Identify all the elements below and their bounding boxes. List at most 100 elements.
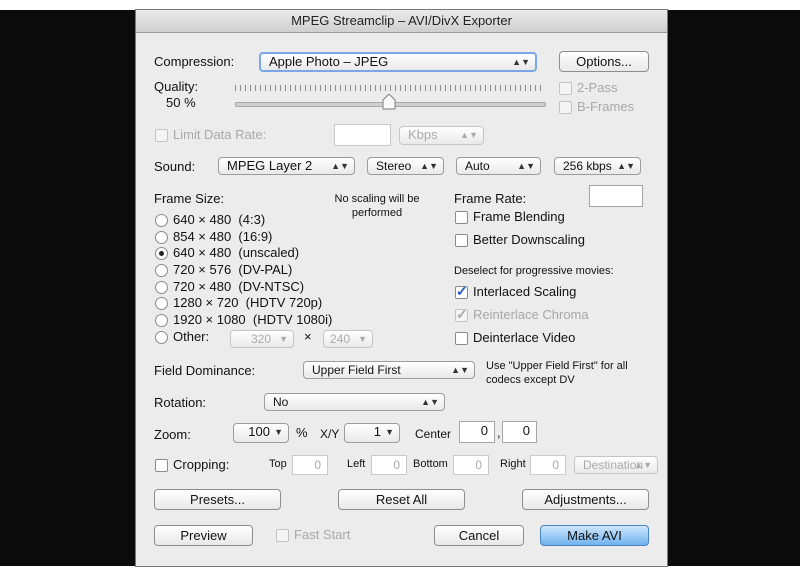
frame-size-option[interactable]: 640 × 480 (unscaled) [173, 245, 299, 260]
sound-rate-popup[interactable]: Auto ▲▼ [456, 157, 541, 175]
limit-data-rate-label: Limit Data Rate: [173, 127, 267, 142]
frame-size-radio[interactable] [155, 314, 168, 327]
reinterlace-chroma-label: Reinterlace Chroma [473, 307, 589, 322]
interlaced-scaling-checkbox[interactable]: ✓ [455, 283, 468, 299]
data-rate-unit: Kbps [408, 127, 438, 142]
crop-right-label: Right [500, 458, 526, 470]
options-button[interactable]: Options... [559, 51, 649, 72]
sound-channels-value: Stereo [376, 159, 412, 173]
two-pass-checkbox[interactable] [559, 82, 572, 95]
frame-size-radio[interactable] [155, 281, 168, 294]
other-height-value: 240 [329, 332, 350, 346]
adjustments-button[interactable]: Adjustments... [522, 489, 649, 510]
frame-size-option[interactable]: 854 × 480 (16:9) [173, 229, 272, 244]
popup-arrows-icon: ▲▼ [634, 460, 652, 470]
field-dominance-label: Field Dominance: [154, 363, 256, 378]
chevron-down-icon: ▼ [385, 427, 394, 437]
left-black-border [0, 10, 136, 566]
presets-button[interactable]: Presets... [154, 489, 281, 510]
popup-arrows-icon: ▲▼ [512, 57, 530, 67]
fast-start-checkbox[interactable] [276, 529, 289, 542]
rotation-label: Rotation: [154, 395, 207, 410]
center-x-field[interactable]: 0 [459, 421, 495, 443]
better-downscaling-label: Better Downscaling [473, 232, 585, 247]
data-rate-field[interactable] [334, 124, 391, 146]
popup-arrows-icon: ▲▼ [420, 161, 438, 171]
other-width-combo[interactable]: 320 ▼ [230, 330, 294, 348]
frame-size-option[interactable]: 1280 × 720 (HDTV 720p) [173, 295, 322, 310]
frame-blending-label: Frame Blending [473, 209, 565, 224]
cropping-checkbox[interactable] [155, 459, 168, 472]
field-dominance-note: Use "Upper Field First" for all codecs e… [486, 360, 628, 386]
deinterlace-video-checkbox[interactable] [455, 332, 468, 345]
interlaced-scaling-label: Interlaced Scaling [473, 284, 577, 299]
crop-bottom-field[interactable]: 0 [453, 455, 489, 475]
xy-label: X/Y [320, 427, 340, 441]
popup-arrows-icon: ▲▼ [517, 161, 535, 171]
popup-arrows-icon: ▲▼ [451, 365, 469, 375]
xy-combo[interactable]: 1 ▼ [344, 423, 400, 443]
b-frames-checkbox[interactable] [559, 101, 572, 114]
frame-size-radio[interactable] [155, 231, 168, 244]
preview-button[interactable]: Preview [154, 525, 253, 546]
chevron-down-icon: ▼ [358, 334, 367, 344]
scaling-note: No scaling will be performed [334, 193, 420, 219]
zoom-label: Zoom: [154, 427, 191, 442]
right-black-border [667, 10, 800, 566]
frame-size-radio[interactable] [155, 297, 168, 310]
zoom-value: 100 [248, 424, 270, 439]
frame-rate-field[interactable] [589, 185, 643, 207]
center-separator: , [497, 425, 501, 440]
zoom-combo[interactable]: 100 ▼ [233, 423, 289, 443]
sound-channels-popup[interactable]: Stereo ▲▼ [367, 157, 444, 175]
frame-blending-checkbox[interactable] [455, 211, 468, 224]
frame-size-option[interactable]: 1920 × 1080 (HDTV 1080i) [173, 312, 332, 327]
xy-value: 1 [373, 424, 381, 439]
frame-size-option[interactable]: 640 × 480 (4:3) [173, 212, 265, 227]
center-y-field[interactable]: 0 [502, 421, 537, 443]
rotation-popup[interactable]: No ▲▼ [264, 393, 445, 411]
frame-size-radio[interactable] [155, 214, 168, 227]
frame-size-other-label[interactable]: Other: [173, 329, 209, 344]
limit-data-rate-checkbox[interactable] [155, 129, 168, 142]
frame-size-option[interactable]: 720 × 576 (DV-PAL) [173, 262, 292, 277]
crop-bottom-label: Bottom [413, 458, 448, 470]
center-label: Center [415, 427, 452, 441]
rotation-value: No [273, 395, 289, 409]
frame-size-radio-other[interactable] [155, 331, 168, 344]
make-avi-button[interactable]: Make AVI [540, 525, 649, 546]
quality-slider-thumb[interactable] [382, 94, 396, 110]
other-width-value: 320 [250, 332, 271, 346]
fast-start-label: Fast Start [294, 527, 351, 542]
crop-top-field[interactable]: 0 [292, 455, 328, 475]
crop-right-field[interactable]: 0 [530, 455, 566, 475]
compression-label: Compression: [154, 54, 235, 69]
checkmark-icon: ✓ [456, 306, 468, 322]
cancel-button[interactable]: Cancel [434, 525, 524, 546]
sound-bitrate-value: 256 kbps [563, 159, 612, 173]
crop-left-label: Left [347, 458, 366, 470]
other-height-combo[interactable]: 240 ▼ [323, 330, 373, 348]
data-rate-unit-popup[interactable]: Kbps ▲▼ [399, 126, 484, 145]
popup-arrows-icon: ▲▼ [617, 161, 635, 171]
crop-top-label: Top [269, 458, 287, 470]
crop-left-field[interactable]: 0 [371, 455, 407, 475]
sound-codec-popup[interactable]: MPEG Layer 2 ▲▼ [218, 157, 355, 175]
frame-size-radio[interactable] [155, 264, 168, 277]
popup-arrows-icon: ▲▼ [331, 161, 349, 171]
reset-all-button[interactable]: Reset All [338, 489, 465, 510]
zoom-unit: % [296, 425, 308, 440]
sound-label: Sound: [154, 159, 196, 174]
destination-popup[interactable]: Destination ▲▼ [574, 456, 658, 474]
field-dominance-popup[interactable]: Upper Field First ▲▼ [303, 361, 475, 379]
radio-dot-icon [159, 251, 164, 256]
better-downscaling-checkbox[interactable] [455, 234, 468, 247]
sound-bitrate-popup[interactable]: 256 kbps ▲▼ [554, 157, 641, 175]
compression-popup[interactable]: Apple Photo – JPEG ▲▼ [259, 52, 537, 72]
two-pass-label: 2-Pass [577, 80, 618, 95]
reinterlace-chroma-checkbox[interactable]: ✓ [455, 306, 468, 322]
other-times-sign: × [304, 329, 312, 344]
frame-size-radio-selected[interactable] [155, 247, 168, 260]
window-title: MPEG Streamclip – AVI/DivX Exporter [136, 10, 667, 33]
frame-size-option[interactable]: 720 × 480 (DV-NTSC) [173, 279, 304, 294]
